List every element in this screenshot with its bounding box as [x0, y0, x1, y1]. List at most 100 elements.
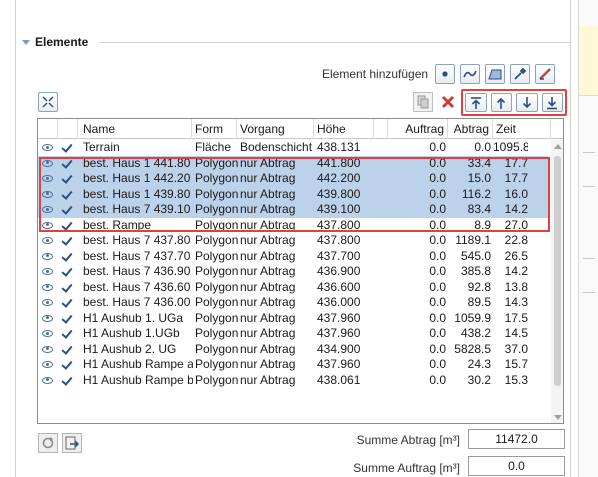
cell-form: Polygon [195, 264, 239, 278]
table-header: Name Form Vorgang Höhe Auftrag Abtrag Ze… [38, 119, 563, 139]
active-check-icon[interactable] [61, 358, 73, 370]
cell-auftrag: 0.0 [429, 357, 446, 371]
scroll-up-icon[interactable] [554, 144, 562, 149]
point-icon [442, 71, 448, 77]
active-check-icon[interactable] [61, 265, 73, 277]
cell-hoehe: 437.960 [317, 310, 361, 325]
active-check-icon[interactable] [61, 311, 73, 324]
adjacent-panel-mark [583, 292, 595, 293]
cell-vorgang: nur Abtrag [240, 248, 296, 263]
scroll-thumb[interactable] [554, 156, 561, 386]
cell-hoehe: 434.900 [317, 341, 361, 356]
table-row[interactable]: best. Haus 7 436.60 Polygon nur Abtrag 436.… [38, 280, 548, 296]
scroll-down-icon[interactable] [554, 415, 562, 420]
cell-abtrag: 545.0 [460, 248, 491, 263]
table-row[interactable]: H1 Aushub 1. UGa Polygon nur Abtrag 437.960… [38, 311, 548, 327]
cell-name: H1 Aushub 1. UGa [83, 310, 184, 325]
active-check-icon[interactable] [61, 296, 73, 308]
visibility-eye-icon[interactable] [42, 330, 53, 337]
delete-button[interactable] [438, 92, 458, 112]
move-up-button[interactable] [490, 93, 512, 112]
header-abtrag[interactable]: Abtrag [448, 119, 493, 139]
visibility-eye-icon[interactable] [42, 314, 53, 322]
export-icon [65, 436, 79, 450]
visibility-eye-icon[interactable] [42, 299, 53, 306]
header-active[interactable] [58, 119, 78, 139]
active-check-icon[interactable] [61, 249, 73, 262]
visibility-eye-icon[interactable] [42, 237, 53, 244]
cell-name: H1 Aushub 2. UG [83, 341, 177, 356]
collapse-caret-icon[interactable] [22, 39, 30, 45]
cell-form: Polygon [195, 248, 239, 263]
cell-zeit: 22.8 [504, 233, 528, 247]
cell-name: H1 Aushub 1.UGb [83, 326, 180, 340]
cell-abtrag: 24.3 [467, 357, 491, 371]
header-zeit[interactable]: Zeit [493, 119, 551, 139]
active-check-icon[interactable] [61, 327, 73, 339]
visibility-eye-icon[interactable] [42, 345, 53, 353]
active-check-icon[interactable] [61, 234, 73, 246]
cell-zeit: 26.5 [504, 248, 528, 263]
table-row[interactable]: best. Haus 7 437.80 Polygon nur Abtrag 437.… [38, 233, 548, 249]
header-vorgang[interactable]: Vorgang [237, 119, 314, 139]
move-bottom-button[interactable] [541, 93, 563, 112]
cell-abtrag: 0.0 [474, 140, 491, 154]
header-form[interactable]: Form [192, 119, 237, 139]
add-element-toolbar: Element hinzufügen [322, 64, 556, 84]
cell-abtrag: 1059.9 [454, 310, 491, 325]
active-check-icon[interactable] [61, 141, 73, 153]
section-header[interactable]: Elemente [22, 35, 93, 49]
pipette-icon [514, 67, 527, 80]
header-visibility[interactable] [38, 119, 58, 139]
move-down-icon [522, 96, 531, 108]
cell-abtrag: 438.2 [460, 326, 491, 340]
visibility-eye-icon[interactable] [42, 361, 53, 368]
header-name[interactable]: Name [78, 119, 192, 139]
cell-zeit: 13.8 [504, 279, 528, 294]
copy-button[interactable] [413, 92, 433, 112]
move-top-button[interactable] [465, 93, 487, 112]
line-icon [463, 70, 477, 78]
active-check-icon[interactable] [61, 280, 73, 293]
cell-zeit: 14.3 [504, 295, 528, 309]
table-row[interactable]: best. Haus 7 437.70 Polygon nur Abtrag 437.… [38, 249, 548, 265]
table-row[interactable]: H1 Aushub 1.UGb Polygon nur Abtrag 437.960 0… [38, 326, 548, 342]
visibility-eye-icon[interactable] [42, 144, 53, 151]
cell-name: best. Haus 7 436.60 [83, 279, 191, 294]
cell-auftrag: 0.0 [429, 248, 446, 263]
edit-element-button[interactable] [535, 64, 556, 84]
refresh-icon [42, 437, 54, 449]
table-row[interactable]: H1 Aushub Rampe a Polygon nur Abtrag 437.96… [38, 357, 548, 373]
table-row[interactable]: H1 Aushub Rampe b Polygon nur Abtrag 438.06… [38, 373, 548, 389]
move-down-button[interactable] [516, 93, 538, 112]
refresh-button[interactable] [38, 433, 58, 453]
add-area-button[interactable] [485, 64, 506, 84]
table-row[interactable]: best. Haus 7 436.90 Polygon nur Abtrag 436.… [38, 264, 548, 280]
cell-auftrag: 0.0 [429, 295, 446, 309]
visibility-eye-icon[interactable] [42, 283, 53, 291]
active-check-icon[interactable] [61, 342, 73, 355]
pick-element-button[interactable] [510, 64, 531, 84]
header-hoehe[interactable]: Höhe [314, 119, 374, 139]
cell-vorgang: nur Abtrag [240, 295, 296, 309]
table-scrollbar[interactable] [551, 140, 563, 423]
active-check-icon[interactable] [61, 373, 73, 386]
add-line-button[interactable] [460, 64, 481, 84]
table-row[interactable]: best. Haus 7 436.00 Polygon nur Abtrag 436.… [38, 295, 548, 311]
table-row[interactable]: H1 Aushub 2. UG Polygon nur Abtrag 434.900 0… [38, 342, 548, 358]
header-auftrag[interactable]: Auftrag [388, 119, 448, 139]
sum-abtrag-label: Summe Abtrag [m³] [356, 433, 460, 447]
collapse-all-button[interactable] [38, 92, 58, 112]
cell-zeit: 14.2 [504, 264, 528, 278]
visibility-eye-icon[interactable] [42, 252, 53, 260]
export-button[interactable] [62, 433, 82, 453]
cell-form: Polygon [195, 279, 239, 294]
visibility-eye-icon[interactable] [42, 376, 53, 384]
cell-form: Fläche [195, 140, 232, 154]
table-row[interactable]: Terrain Fläche Bodenschicht 438.131 0.0 0.0 10… [38, 140, 548, 156]
cell-auftrag: 0.0 [429, 279, 446, 294]
visibility-eye-icon[interactable] [42, 268, 53, 275]
move-bottom-icon [547, 96, 558, 109]
add-point-button[interactable] [435, 64, 456, 84]
cell-zeit: 15.3 [504, 372, 528, 387]
